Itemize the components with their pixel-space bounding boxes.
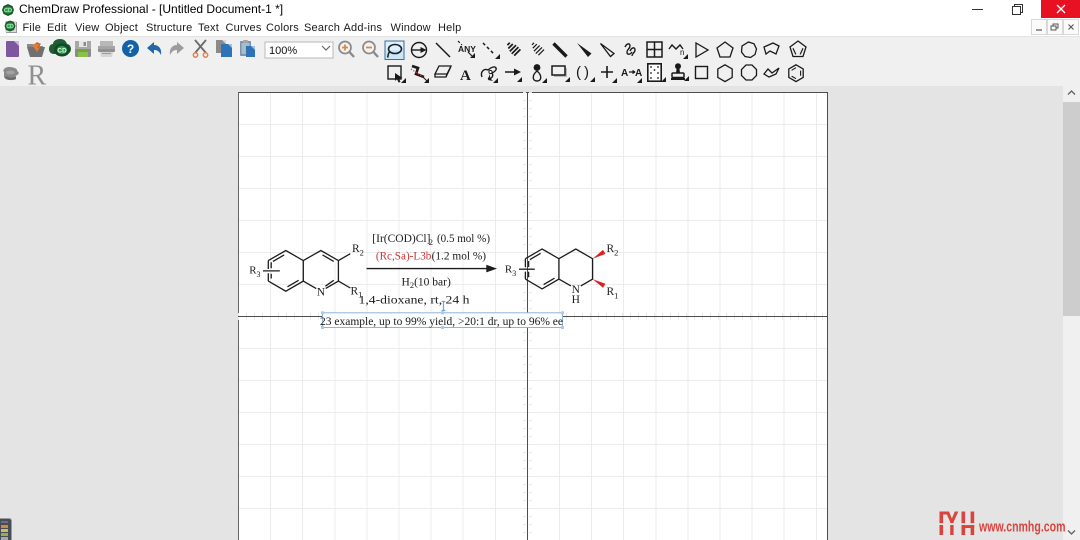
svg-text:CD: CD [4,8,12,14]
svg-text:R2: R2 [607,243,619,257]
svg-text:R3: R3 [505,263,516,278]
svg-text:R3: R3 [249,265,260,280]
svg-text:A: A [635,68,642,79]
svg-text:H2(10 bar): H2(10 bar) [402,276,451,290]
svg-text:100%: 100% [269,45,297,57]
svg-text:ANY: ANY [458,44,476,54]
svg-text:(0.5 mol %): (0.5 mol %) [437,233,490,245]
svg-text:A: A [460,68,471,84]
svg-text:( ): ( ) [576,64,589,81]
svg-text:CD: CD [6,24,14,30]
svg-text:N: N [317,286,326,298]
svg-text:R2: R2 [352,243,364,257]
svg-text:n: n [680,48,684,57]
svg-text:2: 2 [429,237,433,247]
svg-text:1,4-dioxane, rt, 24 h: 1,4-dioxane, rt, 24 h [359,294,470,306]
svg-text:(Rc,Sa)-L3b: (Rc,Sa)-L3b [376,250,432,262]
svg-text:A: A [621,68,628,79]
svg-text:H: H [572,294,580,306]
svg-text:R1: R1 [607,286,619,300]
svg-text:(1.2 mol %): (1.2 mol %) [432,250,487,262]
svg-text:?: ? [127,42,134,56]
svg-text:CD: CD [57,48,67,55]
svg-text:[Ir(COD)Cl]: [Ir(COD)Cl] [372,233,430,245]
svg-text:23 example, up to 99% yield, >: 23 example, up to 99% yield, >20:1 dr, u… [320,316,563,328]
svg-text:www.cnmhg.com: www.cnmhg.com [978,519,1065,536]
svg-text:R: R [28,61,47,88]
